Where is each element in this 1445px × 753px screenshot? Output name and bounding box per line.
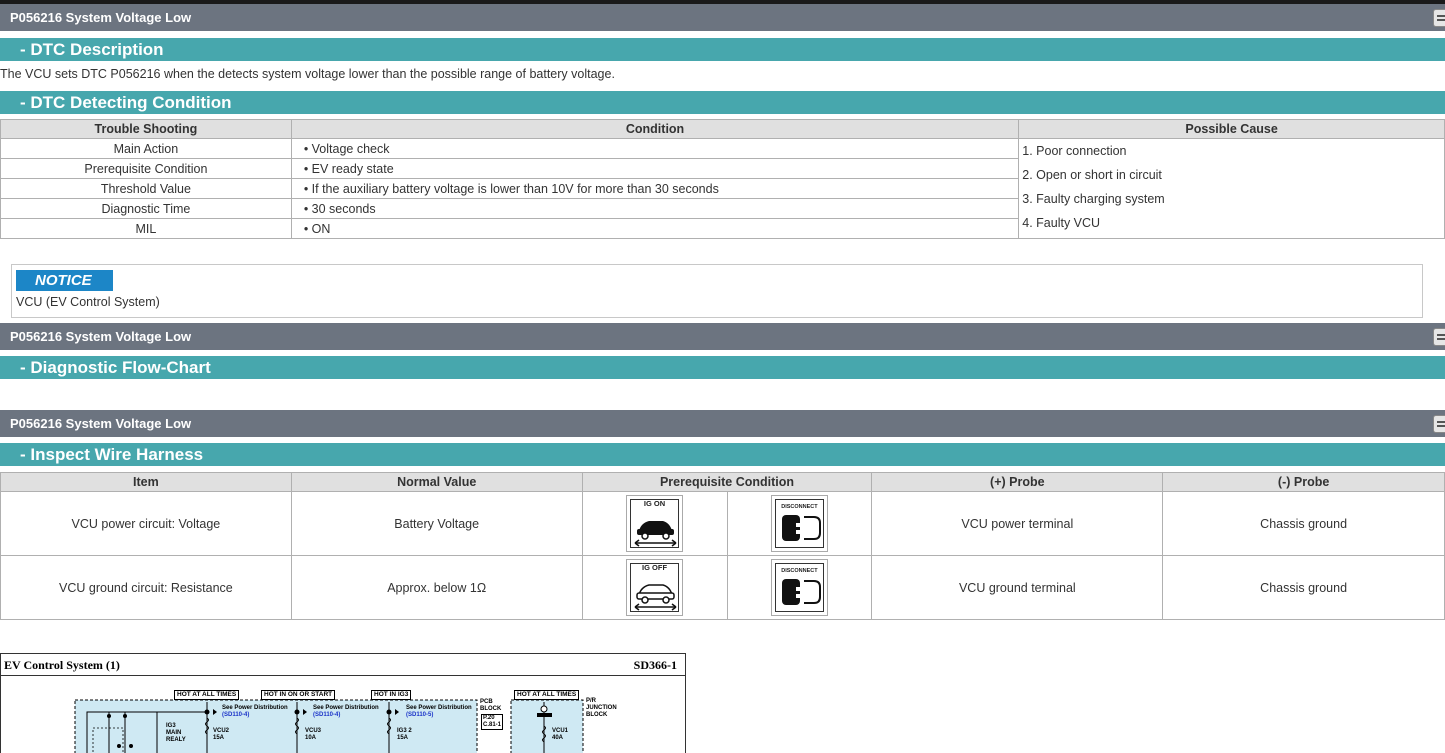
- notice-badge: NOTICE: [16, 270, 113, 291]
- possible-cause-cell: 1. Poor connection 2. Open or short in c…: [1018, 138, 1445, 239]
- item-cell: VCU ground circuit: Resistance: [0, 555, 292, 620]
- fuse-name: VCU1: [552, 728, 569, 734]
- column-header: Item: [0, 472, 292, 492]
- connector-disconnect-icon: DISCONNECT: [770, 559, 828, 616]
- row-label: Main Action: [0, 138, 292, 159]
- connector-condition-cell: DISCONNECT: [726, 555, 873, 620]
- diagnostic-flowchart-heading: - Diagnostic Flow-Chart: [0, 356, 1445, 379]
- pcb-label: BLOCK: [480, 706, 502, 712]
- hot-tag: HOT IN IG3: [371, 690, 412, 700]
- connector-condition-cell: DISCONNECT: [726, 491, 873, 556]
- notice-box: NOTICE VCU (EV Control System): [11, 264, 1423, 318]
- hot-tag: HOT IN ON OR START: [261, 690, 336, 700]
- possible-cause-item: 1. Poor connection: [1022, 144, 1127, 158]
- print-icon[interactable]: [1433, 415, 1445, 433]
- minus-probe-cell: Chassis ground: [1162, 491, 1445, 556]
- section-title-bar: P056216 System Voltage Low: [0, 410, 1445, 437]
- minus-probe-cell: Chassis ground: [1162, 555, 1445, 620]
- fuse-amp: 40A: [552, 735, 564, 741]
- dtc-description-text: The VCU sets DTC P056216 when the detect…: [0, 67, 615, 81]
- see-power-distribution: See Power Distribution: [222, 705, 288, 711]
- fuse-amp: 15A: [397, 735, 409, 741]
- row-label: MIL: [0, 218, 292, 239]
- fuse-name: VCU2: [213, 728, 230, 734]
- row-label: Threshold Value: [0, 178, 292, 199]
- fuse-amp: 15A: [213, 735, 225, 741]
- see-power-distribution: See Power Distribution: [406, 705, 472, 711]
- row-condition: • Voltage check: [290, 138, 1020, 159]
- column-header: Trouble Shooting: [0, 119, 292, 139]
- section-title: P056216 System Voltage Low: [10, 329, 192, 344]
- junction-label: BLOCK: [586, 712, 608, 718]
- normal-value-cell: Battery Voltage: [290, 491, 583, 556]
- table-header-row: Item Normal Value Prerequisite Condition…: [0, 472, 1445, 492]
- table-row: Main Action • Voltage check 1. Poor conn…: [0, 138, 1445, 239]
- column-header: Normal Value: [290, 472, 583, 492]
- ig-on-car-icon: IG ON: [626, 495, 684, 552]
- print-icon[interactable]: [1433, 328, 1445, 346]
- pcb-label: PCB: [480, 699, 493, 705]
- table-header-row: Trouble Shooting Condition Possible Caus…: [0, 119, 1445, 139]
- wiring-schematic: [74, 699, 584, 753]
- table-row: VCU power circuit: Voltage Battery Volta…: [0, 491, 1445, 556]
- fuse-name: IG3 2: [397, 728, 412, 734]
- column-header: Prerequisite Condition: [581, 472, 873, 492]
- dtc-condition-table: Trouble Shooting Condition Possible Caus…: [0, 119, 1445, 239]
- fuse-amp: 10A: [305, 735, 317, 741]
- possible-cause-item: 3. Faulty charging system: [1022, 192, 1165, 206]
- possible-cause-item: 2. Open or short in circuit: [1022, 168, 1162, 182]
- section-title-bar: P056216 System Voltage Low: [0, 323, 1445, 350]
- section-title: P056216 System Voltage Low: [10, 416, 192, 431]
- section-title: P056216 System Voltage Low: [10, 10, 192, 25]
- plus-probe-cell: VCU power terminal: [871, 491, 1164, 556]
- row-condition: • 30 seconds: [290, 198, 1020, 219]
- row-condition: • EV ready state: [290, 158, 1020, 179]
- fuse-name: VCU3: [305, 728, 322, 734]
- see-power-distribution: See Power Distribution: [313, 705, 379, 711]
- normal-value-cell: Approx. below 1Ω: [290, 555, 583, 620]
- dtc-detecting-condition-heading: - DTC Detecting Condition: [0, 91, 1445, 114]
- plus-probe-cell: VCU ground terminal: [871, 555, 1164, 620]
- row-label: Prerequisite Condition: [0, 158, 292, 179]
- possible-cause-item: 4. Faulty VCU: [1022, 216, 1101, 230]
- dtc-description-heading: - DTC Description: [0, 38, 1445, 61]
- relay-label: REALY: [166, 737, 186, 743]
- ig-condition-cell: IG ON: [581, 491, 728, 556]
- junction-label: P/R: [586, 698, 597, 704]
- column-header: (+) Probe: [871, 472, 1164, 492]
- ig-off-car-icon: IG OFF: [626, 559, 684, 616]
- column-header: Possible Cause: [1018, 119, 1445, 139]
- notice-text: VCU (EV Control System): [16, 295, 160, 309]
- section-title-bar: P056216 System Voltage Low: [0, 4, 1445, 31]
- inspect-wire-harness-heading: - Inspect Wire Harness: [0, 443, 1445, 466]
- ref-link[interactable]: (SD110-4): [313, 712, 340, 719]
- item-cell: VCU power circuit: Voltage: [0, 491, 292, 556]
- junction-label: JUNCTION: [586, 705, 617, 711]
- hot-tag: HOT AT ALL TIMES: [174, 690, 240, 700]
- relay-label: IG3: [166, 723, 176, 729]
- row-condition: • ON: [290, 218, 1020, 239]
- column-header: (-) Probe: [1162, 472, 1445, 492]
- table-row: VCU ground circuit: Resistance Approx. b…: [0, 555, 1445, 620]
- relay-label: MAIN: [166, 730, 182, 736]
- connector-disconnect-icon: DISCONNECT: [770, 495, 828, 552]
- pcb-ref: P.20 C.81-1: [481, 714, 504, 730]
- wiring-diagram: EV Control System (1) SD366-1 HOT AT ALL…: [0, 653, 686, 753]
- row-condition: • If the auxiliary battery voltage is lo…: [290, 178, 1020, 199]
- ref-link[interactable]: (SD110-5): [406, 712, 433, 719]
- column-header: Condition: [290, 119, 1020, 139]
- ig-condition-cell: IG OFF: [581, 555, 728, 620]
- print-icon[interactable]: [1433, 9, 1445, 27]
- row-label: Diagnostic Time: [0, 198, 292, 219]
- hot-tag: HOT AT ALL TIMES: [514, 690, 580, 700]
- ref-link[interactable]: (SD110-4): [222, 712, 249, 719]
- wire-harness-table: Item Normal Value Prerequisite Condition…: [0, 472, 1445, 620]
